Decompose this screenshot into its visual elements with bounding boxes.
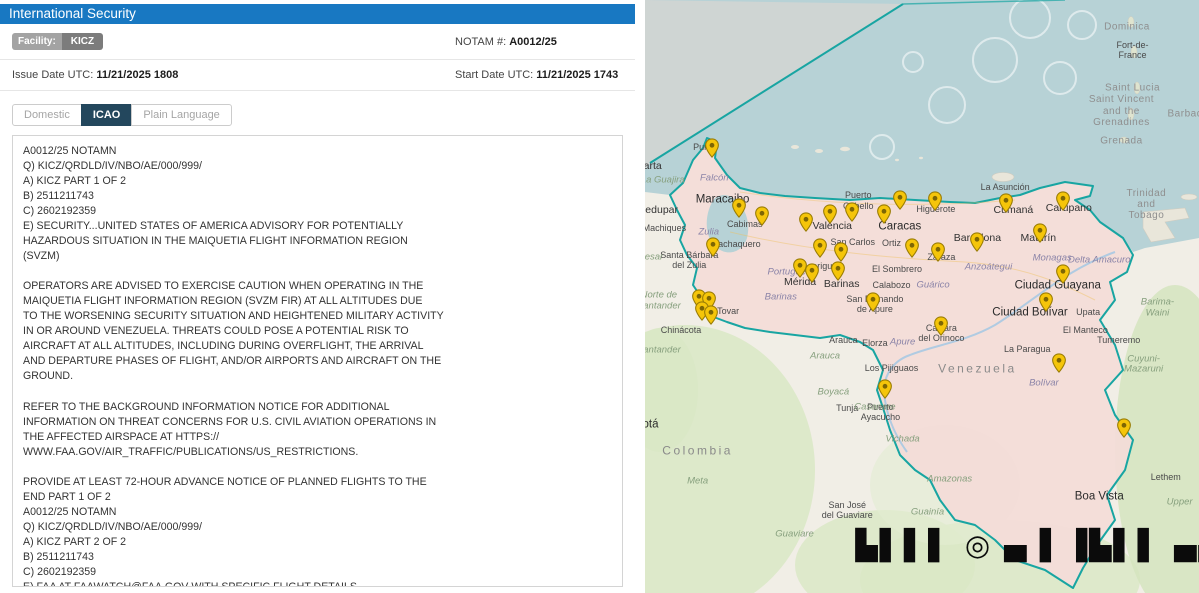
panel-title: International Security <box>9 6 136 21</box>
map-pin[interactable] <box>866 292 881 312</box>
map-pin[interactable] <box>1039 292 1054 312</box>
notam-viewer: International Security Facility: KICZ NO… <box>0 0 1199 593</box>
issue-date: Issue Date UTC: 11/21/2025 1808 <box>12 69 455 81</box>
map-watermark: ▙▌▌▌ ◎ ▄▐ ▐▙▌▌ ▄▄ ▄▖L <box>856 528 1199 562</box>
map-pin[interactable] <box>834 242 849 262</box>
facility-row: Facility: KICZ NOTAM #: A0012/25 <box>0 24 635 60</box>
map-pin[interactable] <box>927 191 942 211</box>
panel-header: International Security <box>0 4 635 24</box>
map-pin[interactable] <box>799 212 814 232</box>
map-pin[interactable] <box>703 305 718 325</box>
map-pin[interactable] <box>877 379 892 399</box>
map-pin[interactable] <box>705 138 720 158</box>
map-pin[interactable] <box>969 232 984 252</box>
map-pin[interactable] <box>732 198 747 218</box>
facility-badge: Facility: KICZ <box>12 33 103 50</box>
map-pin[interactable] <box>1056 191 1071 211</box>
map-pin[interactable] <box>1056 264 1071 284</box>
tab-domestic[interactable]: Domestic <box>12 104 82 126</box>
notam-number-label: NOTAM #: <box>455 36 509 48</box>
map-pin[interactable] <box>813 238 828 258</box>
map-pin[interactable] <box>892 190 907 210</box>
map-pin[interactable] <box>823 204 838 224</box>
notam-number: NOTAM #: A0012/25 <box>455 36 627 48</box>
facility-value: KICZ <box>62 33 103 50</box>
start-date: Start Date UTC: 11/21/2025 1743 <box>455 69 627 81</box>
map-pin[interactable] <box>999 193 1014 213</box>
map-pin[interactable] <box>804 263 819 283</box>
tab-plain-language[interactable]: Plain Language <box>131 104 231 126</box>
notam-panel: International Security Facility: KICZ NO… <box>0 0 635 593</box>
issue-date-label: Issue Date UTC: <box>12 69 96 81</box>
map-pin[interactable] <box>905 238 920 258</box>
start-date-label: Start Date UTC: <box>455 69 536 81</box>
map-pin[interactable] <box>754 206 769 226</box>
dates-row: Issue Date UTC: 11/21/2025 1808 Start Da… <box>0 60 635 91</box>
tab-icao[interactable]: ICAO <box>81 104 133 126</box>
tab-bar: Domestic ICAO Plain Language <box>12 104 623 126</box>
map-pin[interactable] <box>1117 418 1132 438</box>
notam-text: A0012/25 NOTAMN Q) KICZ/QRDLD/IV/NBO/AE/… <box>12 135 623 587</box>
map-pin[interactable] <box>1033 223 1048 243</box>
notam-number-value: A0012/25 <box>509 36 557 48</box>
map-pin[interactable] <box>1051 353 1066 373</box>
map-pin[interactable] <box>830 261 845 281</box>
issue-date-value: 11/21/2025 1808 <box>96 69 178 81</box>
map-pin[interactable] <box>876 204 891 224</box>
map-pin[interactable] <box>706 237 721 257</box>
map-pin[interactable] <box>933 316 948 336</box>
map-pins-layer <box>645 0 1199 593</box>
map-pin[interactable] <box>931 242 946 262</box>
start-date-value: 11/21/2025 1743 <box>536 69 618 81</box>
facility-label: Facility: <box>12 33 62 50</box>
map-pin[interactable] <box>845 202 860 222</box>
map[interactable]: MartaLa GuajiraValleduparMachiquesCesarM… <box>645 0 1199 593</box>
